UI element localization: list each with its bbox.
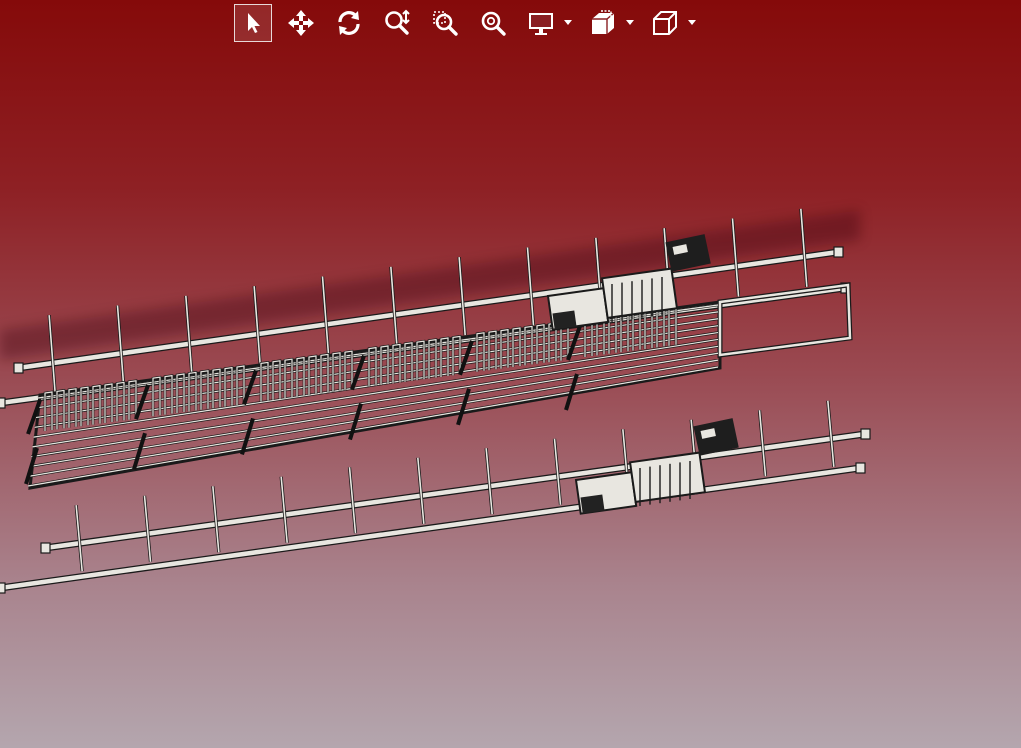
lower-drive-unit	[574, 418, 739, 515]
standard-views-button[interactable]	[646, 4, 684, 42]
viewer-toolbar	[234, 2, 708, 44]
section-view-button[interactable]	[584, 4, 622, 42]
gearbox	[628, 451, 707, 504]
section-cut-icon	[592, 10, 615, 34]
crossbar	[280, 476, 288, 543]
zoom-fit-icon	[481, 11, 506, 36]
rail-tube	[42, 431, 868, 551]
standard-views-dropdown[interactable]	[684, 4, 700, 42]
cube-view-icon	[653, 11, 677, 35]
move-arrows-icon	[288, 10, 314, 36]
tray-tube	[31, 345, 719, 458]
crossbar	[143, 495, 152, 562]
rail-end-cap	[860, 428, 871, 440]
section-view-dropdown[interactable]	[622, 4, 638, 42]
rotate-icon	[338, 11, 360, 35]
crossbar	[417, 457, 425, 524]
rail-end-cap	[855, 462, 866, 474]
lower-rail-lower-tube	[0, 462, 866, 594]
cad-model-scene[interactable]	[0, 0, 1021, 748]
cursor-arrow-icon	[248, 13, 260, 33]
select-tool-button[interactable]	[234, 4, 272, 42]
zoom-window-icon	[433, 11, 458, 36]
motor-mount	[580, 494, 605, 514]
chevron-down-icon	[564, 20, 572, 25]
rail-tube	[0, 465, 863, 591]
rail-end-cap	[833, 246, 844, 258]
zoom-window-tool-button[interactable]	[426, 4, 464, 42]
crossbar	[553, 438, 562, 505]
crossbar	[758, 410, 767, 477]
upper-shadow	[0, 210, 860, 360]
pan-tool-button[interactable]	[282, 4, 320, 42]
rail-end-cap	[13, 362, 24, 374]
motor-mount	[552, 310, 577, 330]
display-mode-dropdown[interactable]	[560, 4, 576, 42]
rail-end-cap	[0, 397, 6, 409]
rail-end-cap	[0, 582, 6, 594]
tray-tube	[30, 352, 719, 468]
rotate-tool-button[interactable]	[330, 4, 368, 42]
zoom-fit-tool-button[interactable]	[474, 4, 512, 42]
crossbar	[75, 505, 83, 572]
rail-end-cap	[40, 542, 51, 554]
display-mode-button[interactable]	[522, 4, 560, 42]
chevron-down-icon	[688, 20, 696, 25]
gearbox	[600, 267, 679, 320]
zoom-icon	[385, 9, 410, 35]
chevron-down-icon	[626, 20, 634, 25]
crossbar	[827, 400, 835, 467]
crossbar	[348, 467, 357, 534]
ground-shadow	[0, 210, 860, 360]
zoom-tool-button[interactable]	[378, 4, 416, 42]
crossbar	[485, 448, 493, 515]
crossbar	[212, 486, 220, 553]
monitor-icon	[529, 13, 553, 35]
3d-viewport[interactable]	[0, 0, 1021, 748]
